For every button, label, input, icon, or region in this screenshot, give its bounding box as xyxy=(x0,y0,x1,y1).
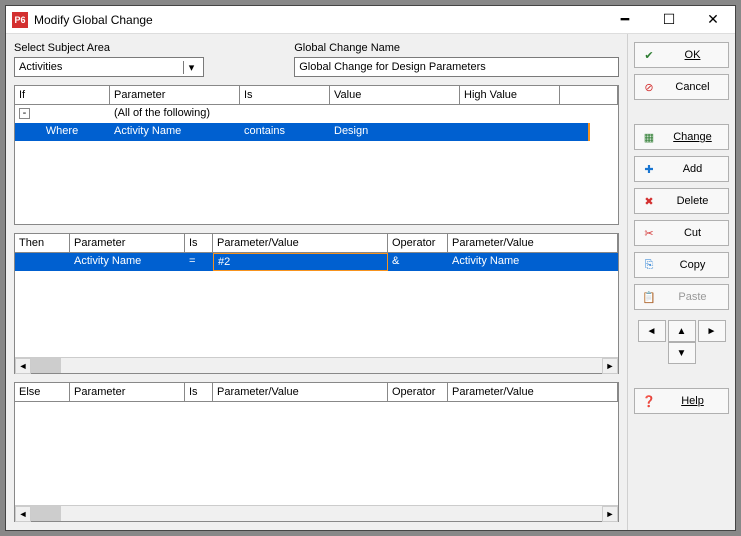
if-row[interactable]: Where Activity Name contains Design xyxy=(15,123,590,141)
nav-down-button[interactable]: ▼ xyxy=(668,342,696,364)
delete-button[interactable]: ✖ Delete xyxy=(634,188,729,214)
copy-icon: ⎘ xyxy=(641,257,657,273)
change-icon: ▦ xyxy=(641,129,657,145)
check-icon: ✔ xyxy=(641,47,657,63)
chevron-down-icon: ▾ xyxy=(183,61,199,74)
else-grid: Else Parameter Is Parameter/Value Operat… xyxy=(14,382,619,522)
add-button[interactable]: ✚ Add xyxy=(634,156,729,182)
col-pv1[interactable]: Parameter/Value xyxy=(213,383,388,401)
col-parameter[interactable]: Parameter xyxy=(70,383,185,401)
col-is[interactable]: Is xyxy=(240,86,330,104)
title-bar[interactable]: P6 Modify Global Change ━ ☐ ✕ xyxy=(6,6,735,34)
scroll-left-icon[interactable]: ◄ xyxy=(15,506,31,522)
col-operator[interactable]: Operator xyxy=(388,383,448,401)
col-pv2[interactable]: Parameter/Value xyxy=(448,383,618,401)
nav-up-button[interactable]: ▲ xyxy=(668,320,696,342)
help-button[interactable]: ❓ Help xyxy=(634,388,729,414)
scissors-icon: ✂ xyxy=(641,225,657,241)
maximize-button[interactable]: ☐ xyxy=(647,6,691,34)
col-value[interactable]: Value xyxy=(330,86,460,104)
col-high-value[interactable]: High Value xyxy=(460,86,560,104)
copy-button[interactable]: ⎘ Copy xyxy=(634,252,729,278)
help-icon: ❓ xyxy=(641,393,657,409)
col-operator[interactable]: Operator xyxy=(388,234,448,252)
button-sidebar: ✔ OK ⊘ Cancel ▦ Change ✚ Add ✖ Delete ✂ xyxy=(627,34,735,530)
paste-icon: 📋 xyxy=(641,289,657,305)
dialog-window: P6 Modify Global Change ━ ☐ ✕ Select Sub… xyxy=(5,5,736,531)
nav-left-button[interactable]: ◄ xyxy=(638,320,666,342)
collapse-icon[interactable]: - xyxy=(19,108,30,119)
if-row-group[interactable]: - (All of the following) xyxy=(15,105,618,123)
col-is[interactable]: Is xyxy=(185,383,213,401)
nav-right-button[interactable]: ► xyxy=(698,320,726,342)
col-parameter[interactable]: Parameter xyxy=(110,86,240,104)
col-is[interactable]: Is xyxy=(185,234,213,252)
close-button[interactable]: ✕ xyxy=(691,6,735,34)
paste-button: 📋 Paste xyxy=(634,284,729,310)
col-pv2[interactable]: Parameter/Value xyxy=(448,234,618,252)
subject-area-value: Activities xyxy=(19,61,62,73)
change-button[interactable]: ▦ Change xyxy=(634,124,729,150)
col-else[interactable]: Else xyxy=(15,383,70,401)
window-title: Modify Global Change xyxy=(34,13,153,27)
ok-button[interactable]: ✔ OK xyxy=(634,42,729,68)
then-hscroll[interactable]: ◄ ► xyxy=(15,357,618,373)
scroll-right-icon[interactable]: ► xyxy=(602,506,618,522)
col-parameter[interactable]: Parameter xyxy=(70,234,185,252)
if-grid-header: If Parameter Is Value High Value xyxy=(15,86,618,105)
scroll-right-icon[interactable]: ► xyxy=(602,358,618,374)
col-pv1[interactable]: Parameter/Value xyxy=(213,234,388,252)
col-if[interactable]: If xyxy=(15,86,110,104)
subject-area-label: Select Subject Area xyxy=(14,42,286,54)
plus-icon: ✚ xyxy=(641,161,657,177)
then-row[interactable]: Activity Name = #2 & Activity Name xyxy=(15,253,618,271)
minimize-button[interactable]: ━ xyxy=(603,6,647,34)
subject-area-select[interactable]: Activities ▾ xyxy=(14,57,204,77)
scroll-left-icon[interactable]: ◄ xyxy=(15,358,31,374)
cut-button[interactable]: ✂ Cut xyxy=(634,220,729,246)
else-hscroll[interactable]: ◄ ► xyxy=(15,505,618,521)
then-grid: Then Parameter Is Parameter/Value Operat… xyxy=(14,233,619,373)
app-icon: P6 xyxy=(12,12,28,28)
pv1-edit-cell[interactable]: #2 xyxy=(213,253,388,271)
cancel-icon: ⊘ xyxy=(641,79,657,95)
global-change-name-label: Global Change Name xyxy=(294,42,619,54)
if-grid: If Parameter Is Value High Value - (All … xyxy=(14,85,619,225)
delete-icon: ✖ xyxy=(641,193,657,209)
col-then[interactable]: Then xyxy=(15,234,70,252)
cancel-button[interactable]: ⊘ Cancel xyxy=(634,74,729,100)
nav-arrows: ◄ ▲ ▼ ► xyxy=(634,320,729,364)
global-change-name-input[interactable]: Global Change for Design Parameters xyxy=(294,57,619,77)
